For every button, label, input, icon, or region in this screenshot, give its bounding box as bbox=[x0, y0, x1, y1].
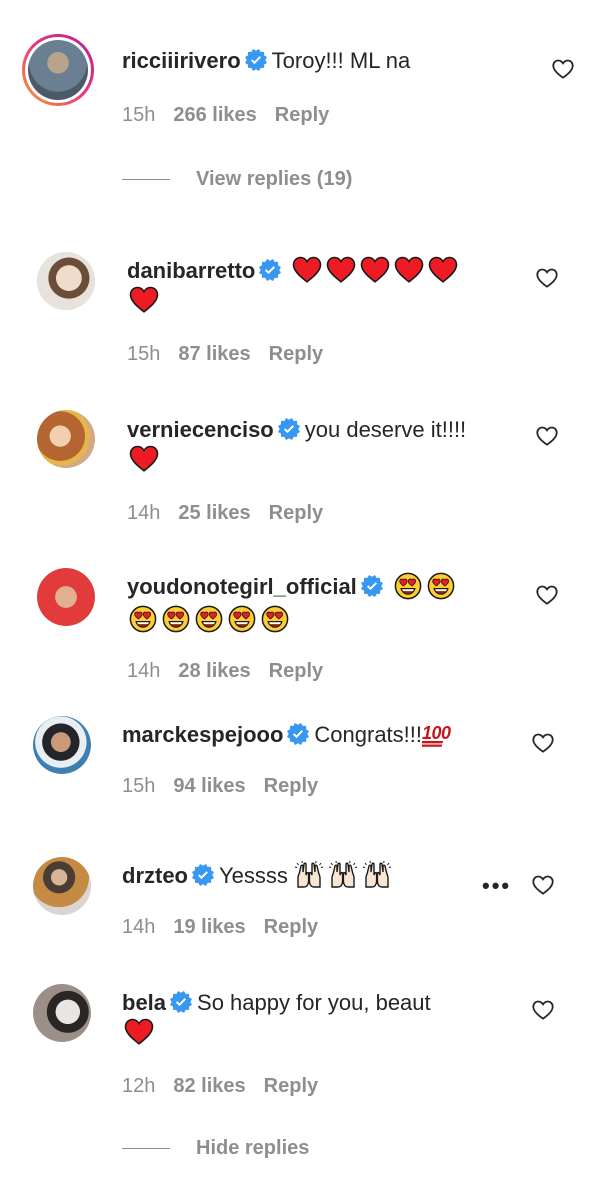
avatar[interactable] bbox=[33, 716, 91, 774]
comment-timestamp: 14h bbox=[122, 916, 156, 938]
raising-hands-emoji bbox=[294, 860, 324, 890]
heart-eyes-emoji bbox=[129, 605, 157, 633]
comment-text: So happy for you, beaut bbox=[197, 990, 431, 1015]
replies-divider-line bbox=[122, 1148, 170, 1150]
red-heart-emoji bbox=[129, 445, 159, 473]
comment-text: Toroy!!! ML na bbox=[271, 48, 411, 73]
verified-badge-icon bbox=[278, 418, 300, 440]
reply-button[interactable]: Reply bbox=[275, 104, 329, 126]
reply-button[interactable]: Reply bbox=[264, 916, 318, 938]
raising-hands-emoji bbox=[362, 860, 392, 890]
verified-badge-icon bbox=[361, 575, 383, 597]
reply-button[interactable]: Reply bbox=[264, 775, 318, 797]
red-heart-emoji bbox=[428, 256, 458, 284]
likes-count[interactable]: 266 likes bbox=[173, 104, 256, 126]
verified-badge-icon bbox=[245, 49, 267, 71]
replies-divider-line bbox=[122, 179, 170, 181]
red-heart-emoji bbox=[129, 286, 159, 314]
username[interactable]: danibarretto bbox=[127, 258, 255, 283]
heart-eyes-emoji bbox=[162, 605, 190, 633]
username[interactable]: bela bbox=[122, 990, 166, 1015]
hide-replies-label: Hide replies bbox=[196, 1137, 310, 1159]
red-heart-emoji bbox=[326, 256, 356, 284]
verified-badge-icon bbox=[259, 259, 281, 281]
likes-count[interactable]: 28 likes bbox=[178, 660, 250, 682]
likes-count[interactable]: 94 likes bbox=[173, 775, 245, 797]
comment-text: Yessss bbox=[219, 863, 288, 888]
heart-eyes-emoji bbox=[261, 605, 289, 633]
reply-button[interactable]: Reply bbox=[269, 502, 323, 524]
reply-button[interactable]: Reply bbox=[269, 343, 323, 365]
heart-eyes-emoji bbox=[228, 605, 256, 633]
comment-text: you deserve it!!!! bbox=[304, 417, 467, 442]
avatar[interactable] bbox=[22, 34, 94, 106]
like-heart-icon[interactable] bbox=[531, 873, 555, 897]
username[interactable]: verniecenciso bbox=[127, 417, 274, 442]
comment-timestamp: 12h bbox=[122, 1075, 156, 1097]
comment-timestamp: 14h bbox=[127, 660, 161, 682]
verified-badge-icon bbox=[192, 864, 214, 886]
view-replies-label: View replies (19) bbox=[196, 168, 353, 190]
comment-timestamp: 14h bbox=[127, 502, 161, 524]
username[interactable]: youdonotegirl_official bbox=[127, 574, 357, 599]
avatar[interactable] bbox=[37, 252, 95, 310]
likes-count[interactable]: 82 likes bbox=[173, 1075, 245, 1097]
reply-button[interactable]: Reply bbox=[264, 1075, 318, 1097]
username[interactable]: ricciiirivero bbox=[122, 48, 241, 73]
red-heart-emoji bbox=[124, 1018, 154, 1046]
username[interactable]: drzteo bbox=[122, 863, 188, 888]
likes-count[interactable]: 25 likes bbox=[178, 502, 250, 524]
avatar[interactable] bbox=[37, 410, 95, 468]
red-heart-emoji bbox=[394, 256, 424, 284]
heart-eyes-emoji bbox=[427, 572, 455, 600]
like-heart-icon[interactable] bbox=[535, 266, 559, 290]
like-heart-icon[interactable] bbox=[531, 731, 555, 755]
avatar[interactable] bbox=[37, 568, 95, 626]
verified-badge-icon bbox=[287, 723, 309, 745]
avatar[interactable] bbox=[33, 857, 91, 915]
red-heart-emoji bbox=[292, 256, 322, 284]
hide-replies-button[interactable]: Hide replies bbox=[122, 1137, 309, 1160]
comment-text: Congrats!!! bbox=[314, 722, 423, 747]
comment-timestamp: 15h bbox=[122, 104, 156, 126]
likes-count[interactable]: 19 likes bbox=[173, 916, 245, 938]
hundred-points-emoji bbox=[422, 719, 452, 747]
like-heart-icon[interactable] bbox=[531, 998, 555, 1022]
verified-badge-icon bbox=[170, 991, 192, 1013]
red-heart-emoji bbox=[360, 256, 390, 284]
heart-eyes-emoji bbox=[195, 605, 223, 633]
view-replies-button[interactable]: View replies (19) bbox=[122, 168, 352, 191]
like-heart-icon[interactable] bbox=[535, 424, 559, 448]
comment-timestamp: 15h bbox=[122, 775, 156, 797]
raising-hands-emoji bbox=[328, 860, 358, 890]
like-heart-icon[interactable] bbox=[551, 57, 575, 81]
like-heart-icon[interactable] bbox=[535, 583, 559, 607]
heart-eyes-emoji bbox=[394, 572, 422, 600]
comment-timestamp: 15h bbox=[127, 343, 161, 365]
avatar[interactable] bbox=[33, 984, 91, 1042]
likes-count[interactable]: 87 likes bbox=[178, 343, 250, 365]
username[interactable]: marckespejooo bbox=[122, 722, 283, 747]
reply-button[interactable]: Reply bbox=[269, 660, 323, 682]
more-options-button[interactable]: ••• bbox=[482, 873, 511, 899]
